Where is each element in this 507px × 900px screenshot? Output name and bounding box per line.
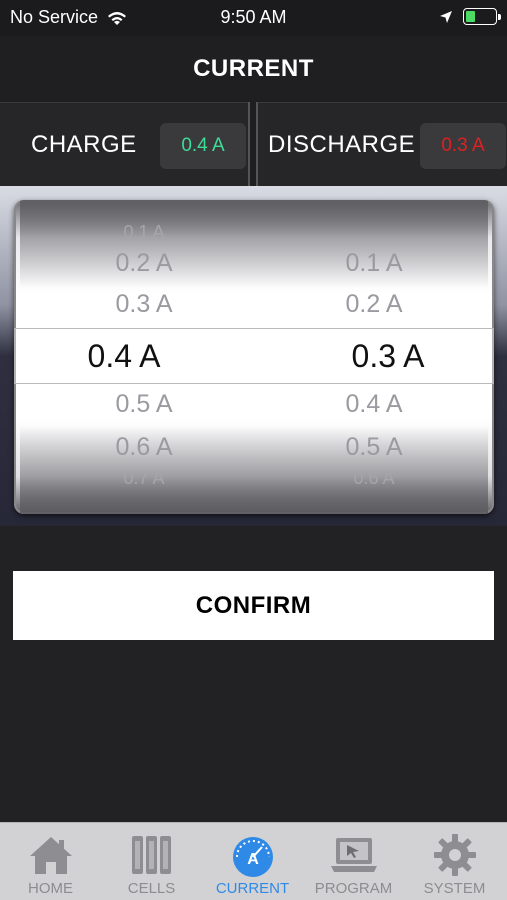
tab-system[interactable]: SYSTEM xyxy=(404,823,505,900)
charge-value-badge: 0.4 A xyxy=(160,123,246,169)
tab-cells-label: CELLS xyxy=(127,880,176,897)
status-bar: No Service 9:50 AM xyxy=(0,0,507,36)
charge-option[interactable]: 0.1 A xyxy=(24,222,264,243)
laptop-icon xyxy=(330,838,377,872)
discharge-option[interactable]: 0.5 A xyxy=(254,433,494,462)
tab-system-label: SYSTEM xyxy=(423,880,486,897)
gauge-icon: A xyxy=(232,837,273,877)
charge-option[interactable]: 0.3 A xyxy=(24,290,264,319)
clock: 9:50 AM xyxy=(220,7,287,27)
battery-icon xyxy=(463,8,501,25)
charge-group: CHARGE xyxy=(31,103,137,187)
discharge-option[interactable]: 0.2 A xyxy=(254,290,494,319)
charge-wheel[interactable]: 0.1 A 0.2 A 0.3 A 0.4 A 0.5 A 0.6 A 0.7 … xyxy=(24,200,264,514)
discharge-group: DISCHARGE xyxy=(268,103,415,187)
confirm-button[interactable]: CONFIRM xyxy=(13,571,494,640)
charge-option[interactable]: 0.7 A xyxy=(24,468,264,489)
charge-option-selected[interactable]: 0.4 A xyxy=(14,338,244,375)
gear-icon xyxy=(433,834,476,876)
location-arrow-icon xyxy=(440,10,452,23)
charge-option[interactable]: 0.5 A xyxy=(24,390,264,419)
charge-label: CHARGE xyxy=(31,131,137,158)
tab-current-label: CURRENT xyxy=(215,880,290,897)
tab-current[interactable]: A CURRENT xyxy=(202,823,303,900)
home-icon xyxy=(29,837,72,874)
tab-cells[interactable]: CELLS xyxy=(101,823,202,900)
selection-divider xyxy=(248,102,258,186)
tab-bar: HOME CELLS A CURRENT PROGRAM SYSTEM xyxy=(0,822,507,900)
tab-program-label: PROGRAM xyxy=(314,880,393,897)
charge-option[interactable]: 0.2 A xyxy=(24,249,264,278)
tab-home[interactable]: HOME xyxy=(0,823,101,900)
tab-home-label: HOME xyxy=(28,880,73,897)
discharge-option[interactable]: 0.6 A xyxy=(254,468,494,489)
tab-program[interactable]: PROGRAM xyxy=(303,823,404,900)
charge-option[interactable]: 0.6 A xyxy=(24,433,264,462)
cells-icon xyxy=(131,836,171,874)
discharge-wheel[interactable]: 0.1 A 0.2 A 0.3 A 0.4 A 0.5 A 0.6 A xyxy=(254,200,494,514)
discharge-value-badge: 0.3 A xyxy=(420,123,506,169)
discharge-option-selected[interactable]: 0.3 A xyxy=(268,338,494,375)
page-title: CURRENT xyxy=(0,36,507,102)
discharge-option[interactable]: 0.1 A xyxy=(254,249,494,278)
discharge-option[interactable]: 0.4 A xyxy=(254,390,494,419)
current-picker: 0.1 A 0.2 A 0.3 A 0.4 A 0.5 A 0.6 A 0.7 … xyxy=(14,200,494,514)
discharge-label: DISCHARGE xyxy=(268,131,416,158)
